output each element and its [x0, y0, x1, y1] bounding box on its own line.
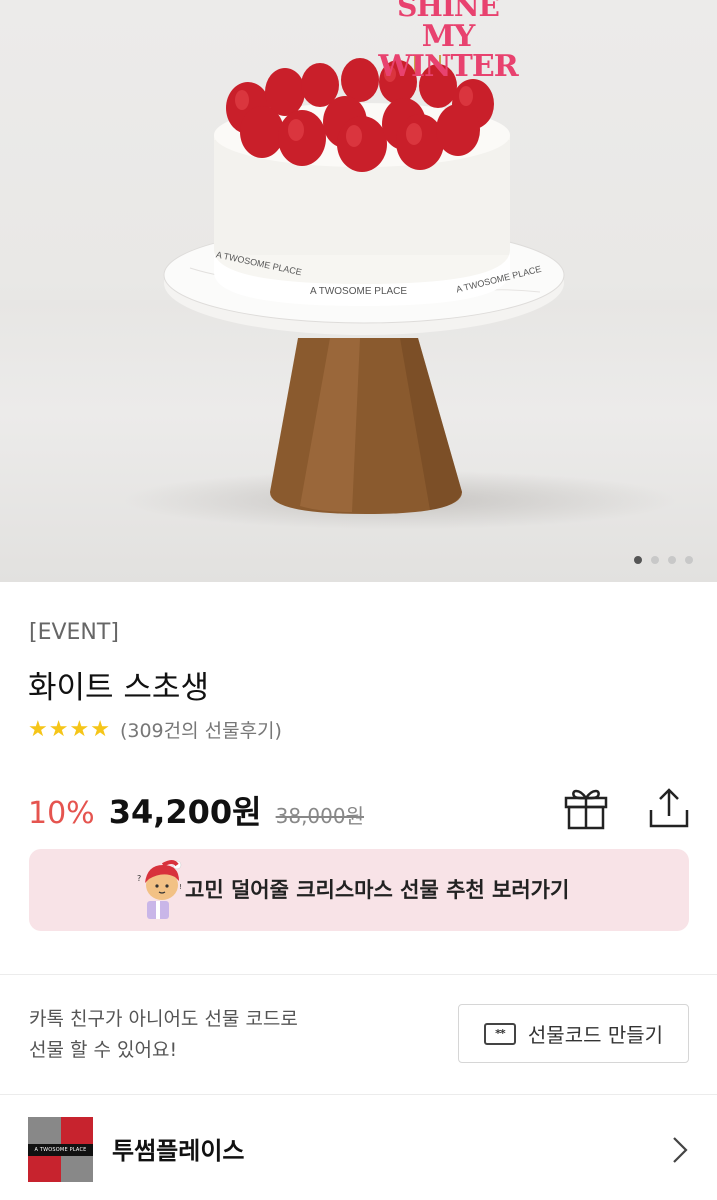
brand-name: 투썸플레이스 — [112, 1137, 245, 1165]
price-row: 10% 34,200원 38,000원 — [28, 787, 364, 833]
gift-code-desc-line2: 선물 할 수 있어요! — [29, 1039, 178, 1061]
topper-line2: MY WINTER — [378, 19, 518, 84]
chevron-right-icon — [673, 1137, 688, 1163]
gift-code-button-label: 선물코드 만들기 — [527, 1023, 664, 1047]
christmas-promo-banner[interactable]: ? ! 고민 덜어줄 크리스마스 선물 추천 보러가기 — [29, 849, 689, 931]
discount-rate: 10% — [28, 796, 95, 831]
rating-row[interactable]: ★ ★ ★ ★ (309건의 선물후기) — [28, 716, 282, 743]
review-count-link[interactable]: (309건의 선물후기) — [120, 716, 282, 743]
star-icon: ★ — [90, 716, 110, 742]
banner-text: 고민 덜어줄 크리스마스 선물 추천 보러가기 — [185, 878, 570, 902]
gift-code-description: 카톡 친구가 아니어도 선물 코드로 선물 할 수 있어요! — [29, 1004, 298, 1066]
section-divider — [0, 974, 717, 975]
sale-price: 34,200원 — [108, 793, 262, 831]
event-tag: [EVENT] — [29, 620, 119, 645]
star-icon: ★ — [28, 716, 48, 742]
brand-link[interactable]: A TWOSOME PLACE 투썸플레이스 — [0, 1095, 717, 1200]
code-icon: ** — [483, 1022, 516, 1045]
original-price: 38,000원 — [275, 804, 365, 828]
product-title: 화이트 스초생 — [28, 670, 209, 706]
create-gift-code-button[interactable]: ** 선물코드 만들기 — [458, 1004, 689, 1063]
product-image-carousel[interactable]: A TWOSOME PLACE A TWOSOME PLACE A TWOSOM… — [0, 0, 717, 582]
svg-text:?: ? — [137, 874, 141, 883]
cake-photo: A TWOSOME PLACE A TWOSOME PLACE A TWOSOM… — [163, 55, 565, 514]
share-icon[interactable] — [647, 786, 691, 830]
carousel-indicator — [634, 556, 693, 564]
carousel-dot-4[interactable] — [685, 556, 693, 564]
star-icon: ★ — [69, 716, 90, 742]
stand-text-center: A TWOSOME PLACE — [310, 286, 407, 297]
carousel-dot-3[interactable] — [668, 556, 676, 564]
gift-code-desc-line1: 카톡 친구가 아니어도 선물 코드로 — [29, 1008, 298, 1030]
svg-text:!: ! — [179, 883, 182, 891]
rating-stars: ★ ★ ★ ★ — [28, 717, 110, 743]
star-icon: ★ — [48, 716, 69, 742]
brand-logo-text: A TWOSOME PLACE — [34, 1147, 87, 1153]
carousel-dot-1[interactable] — [634, 556, 642, 564]
character-illustration: ? ! — [137, 860, 182, 919]
brand-logo: A TWOSOME PLACE — [28, 1117, 93, 1182]
cake-topper: SHINE MY WINTER — [348, 0, 548, 82]
gift-icon[interactable] — [563, 786, 609, 830]
carousel-dot-2[interactable] — [651, 556, 659, 564]
